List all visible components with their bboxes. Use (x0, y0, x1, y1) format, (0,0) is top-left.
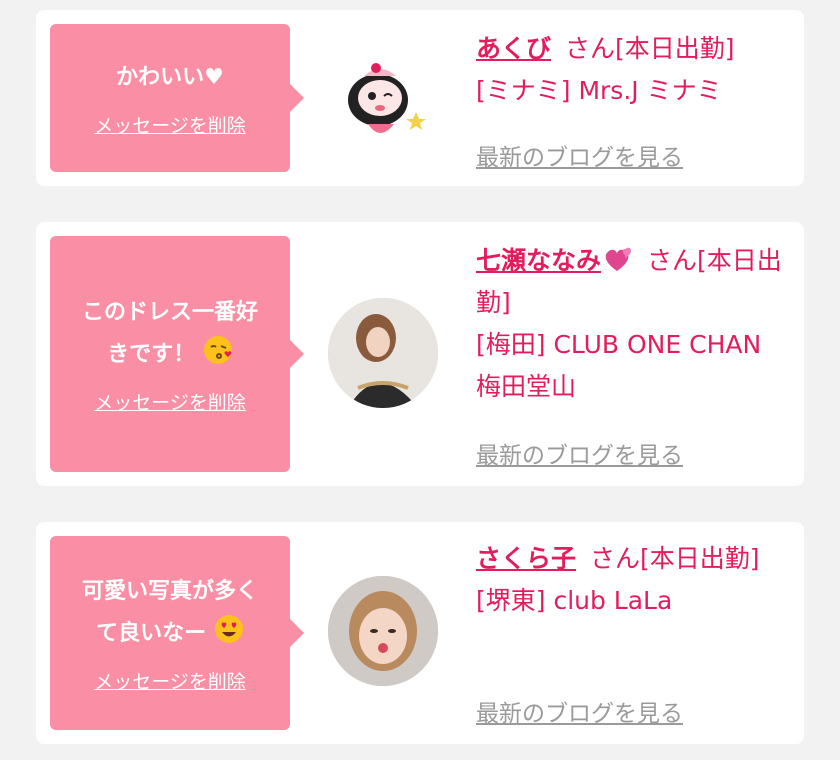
kissing-face-icon (203, 336, 232, 364)
avatar[interactable] (328, 42, 438, 152)
message-line: 可愛い写真が多く (81, 579, 258, 604)
girl-name-link[interactable]: さくら子 (476, 544, 576, 573)
girl-info: さくら子 さん[本日出勤] [堺東] club LaLa (476, 538, 786, 622)
message-bubble: 可愛い写真が多く て良いなー メッセージを削除 (50, 536, 304, 730)
message-line: きです！ (107, 342, 196, 367)
delete-message-link[interactable]: メッセージを削除 (94, 113, 246, 139)
shop-text: [ミナミ] Mrs.J ミナミ (476, 76, 722, 105)
message-line: て良いなー (96, 621, 207, 646)
heart-eyes-face-icon (214, 615, 243, 643)
profile-photo (328, 298, 438, 408)
girl-name-link[interactable]: 七瀬ななみ (476, 246, 633, 275)
message-bubble: このドレス一番好 きです！ メッセージを削除 (50, 236, 304, 472)
message-card: 可愛い写真が多く て良いなー メッセージを削除 さくら子 さん[本日出勤] [堺東… (36, 522, 804, 744)
cartoon-character-icon (348, 63, 426, 133)
status-text: さん[本日出勤] (590, 544, 760, 573)
delete-message-link[interactable]: メッセージを削除 (94, 390, 246, 416)
delete-message-link[interactable]: メッセージを削除 (94, 669, 246, 695)
message-line: このドレス一番好 (81, 300, 258, 325)
girl-info: あくび さん[本日出勤] [ミナミ] Mrs.J ミナミ (476, 28, 786, 112)
shop-text: [堺東] club LaLa (476, 586, 673, 615)
message-text: かわいい♥ (116, 65, 224, 90)
message-bubble: かわいい♥ メッセージを削除 (50, 24, 304, 172)
message-card: かわいい♥ メッセージを削除 あくび さん[本日出勤] [ミナミ] Mrs.J ミ… (36, 10, 804, 186)
latest-blog-link[interactable]: 最新のブログを見る (476, 694, 683, 728)
girl-info: 七瀬ななみ さん[本日出勤] [梅田] CLUB ONE CHAN 梅田堂山 (476, 240, 786, 408)
message-card: このドレス一番好 きです！ メッセージを削除 七瀬ななみ さん[本日出勤] [梅… (36, 222, 804, 486)
avatar[interactable] (328, 576, 438, 686)
profile-photo (328, 576, 438, 686)
message-text: このドレス一番好 きです！ (82, 292, 258, 376)
latest-blog-link[interactable]: 最新のブログを見る (476, 138, 683, 172)
girl-name-link[interactable]: あくび (476, 34, 551, 63)
message-text: 可愛い写真が多く て良いなー (82, 571, 258, 655)
status-text: さん[本日出勤] (565, 34, 735, 63)
girl-name: 七瀬ななみ (476, 246, 602, 275)
shop-text: [梅田] CLUB ONE CHAN 梅田堂山 (476, 330, 762, 401)
avatar[interactable] (328, 298, 438, 408)
latest-blog-link[interactable]: 最新のブログを見る (476, 436, 683, 470)
two-hearts-icon (605, 247, 632, 271)
